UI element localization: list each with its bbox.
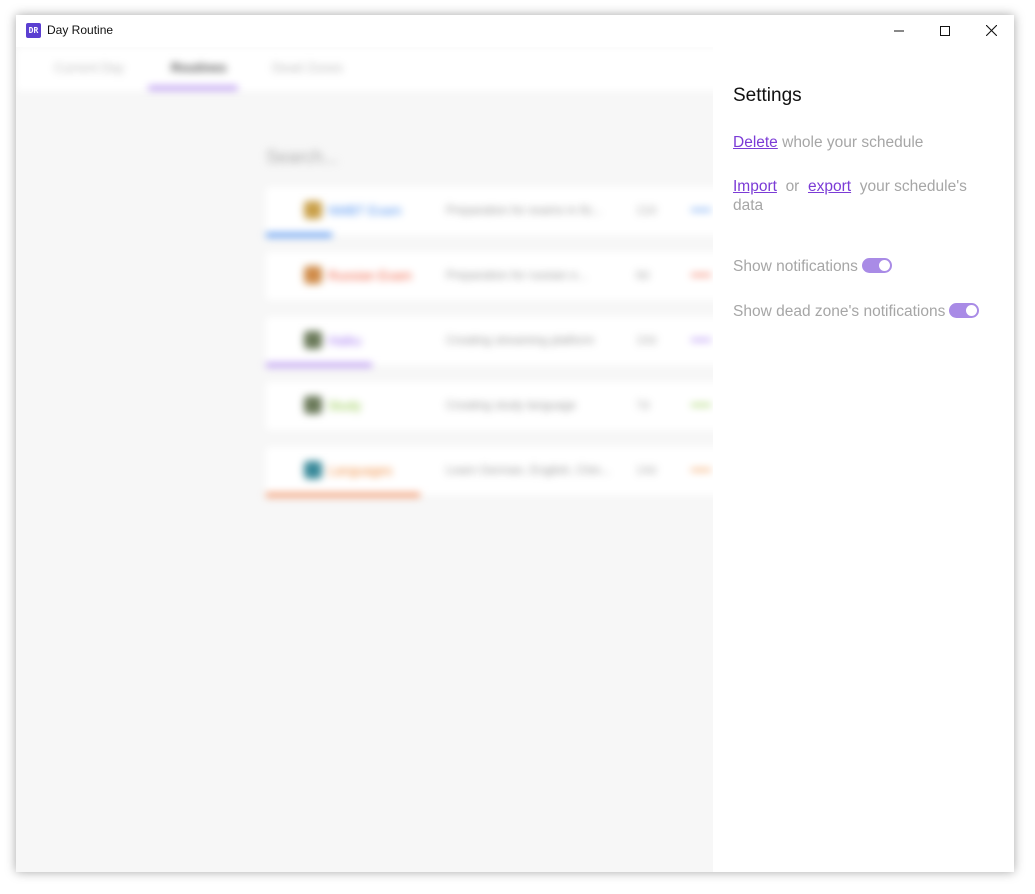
toggle-knob — [966, 305, 978, 317]
routine-duration: 14d — [636, 463, 657, 477]
close-icon — [985, 25, 997, 36]
minimize-icon — [894, 30, 904, 31]
routine-row[interactable]: Languages Learn German, English, Chin...… — [266, 447, 726, 497]
export-link[interactable]: export — [808, 178, 851, 195]
routine-description: Creating streaming platform — [446, 333, 595, 347]
routine-row[interactable]: Study Creating study language 7d — [266, 382, 726, 430]
tab-dead-zones[interactable]: Dead Zones — [272, 60, 343, 75]
notifications-label: Show notifications — [733, 258, 858, 275]
import-export-line: Import or export your schedule's data — [733, 177, 993, 215]
routine-progress-bar — [266, 363, 372, 367]
routine-row[interactable]: NMBT Exam Preparation for exams in fiz..… — [266, 187, 726, 237]
routine-description: Preparation for exams in fiz... — [446, 203, 603, 217]
routine-duration: 10d — [636, 333, 657, 347]
routine-name: Languages — [328, 463, 393, 478]
routine-name: Russian Exam — [328, 268, 412, 283]
active-tab-indicator — [148, 86, 238, 90]
minimize-button[interactable] — [876, 15, 922, 46]
routine-progress-bar — [266, 233, 332, 237]
routine-row[interactable]: Haiku Creating streaming platform 10d — [266, 317, 726, 367]
routine-description: Preparation for russian e... — [446, 268, 588, 282]
tab-current-day[interactable]: Current Day — [54, 60, 124, 75]
or-text: or — [785, 178, 800, 195]
app-window: DR Day Routine Current Day Routines Dead… — [16, 15, 1014, 872]
routine-description: Creating study language — [446, 398, 577, 412]
routine-emoji-icon — [304, 266, 322, 284]
routine-emoji-icon — [304, 201, 322, 219]
routine-color-mark — [691, 339, 711, 341]
delete-schedule-link[interactable]: Delete — [733, 134, 778, 151]
maximize-button[interactable] — [922, 15, 968, 46]
routine-emoji-icon — [304, 396, 322, 414]
app-logo-icon: DR — [26, 23, 41, 38]
toggle-knob — [878, 260, 890, 272]
notifications-toggle[interactable] — [861, 258, 892, 274]
routine-duration: 12d — [636, 203, 657, 217]
import-link[interactable]: Import — [733, 178, 777, 195]
routine-description: Learn German, English, Chin... — [446, 463, 611, 477]
dead-zone-notifications-setting: Show dead zone's notifications — [733, 302, 980, 321]
window-title: Day Routine — [47, 23, 114, 37]
settings-panel: Settings Delete whole your schedule Impo… — [713, 47, 1014, 872]
routine-name: Study — [328, 398, 362, 413]
delete-schedule-line: Delete whole your schedule — [733, 133, 923, 152]
maximize-icon — [940, 25, 950, 36]
routine-emoji-icon — [304, 461, 322, 479]
routine-duration: 8d — [636, 268, 650, 282]
settings-title: Settings — [733, 85, 802, 106]
routine-color-mark — [691, 469, 711, 471]
routine-name: Haiku — [328, 333, 362, 348]
title-bar[interactable]: DR Day Routine — [16, 15, 1014, 47]
routine-duration: 7d — [636, 398, 650, 412]
routine-color-mark — [691, 274, 711, 276]
routine-row[interactable]: Russian Exam Preparation for russian e..… — [266, 252, 726, 300]
routine-emoji-icon — [304, 331, 322, 349]
routine-progress-bar — [266, 493, 420, 497]
notifications-setting: Show notifications — [733, 257, 892, 276]
routine-color-mark — [691, 404, 711, 406]
dead-zone-notifications-toggle[interactable] — [949, 303, 980, 319]
dead-zone-notifications-label: Show dead zone's notifications — [733, 303, 946, 320]
delete-schedule-text: whole your schedule — [777, 134, 924, 151]
routine-name: NMBT Exam — [328, 203, 402, 218]
tab-routines[interactable]: Routines — [171, 60, 227, 75]
close-button[interactable] — [968, 15, 1014, 46]
routine-color-mark — [691, 209, 711, 211]
search-input[interactable]: Search... — [266, 147, 338, 168]
